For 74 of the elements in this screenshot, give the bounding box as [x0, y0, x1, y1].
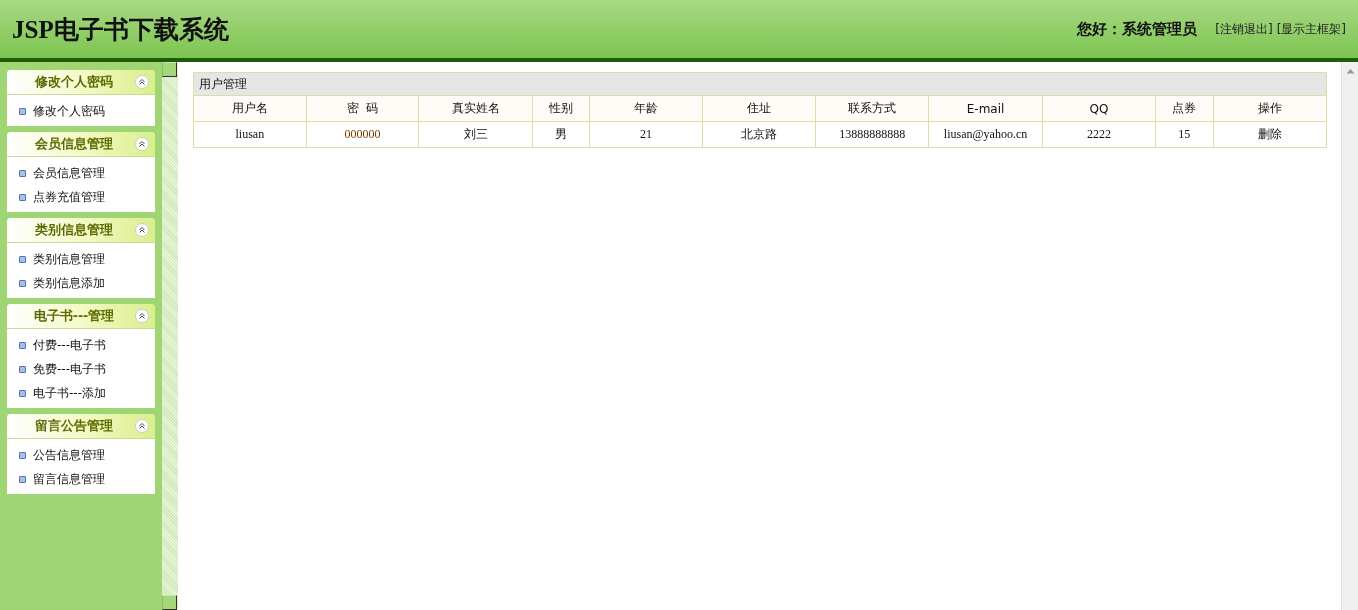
- menu-item-label[interactable]: 点券充值管理: [33, 188, 105, 206]
- table-cell: 刘三: [418, 121, 533, 148]
- panel-header[interactable]: 修改个人密码: [7, 70, 155, 95]
- menu-item[interactable]: 修改个人密码: [7, 99, 155, 123]
- header-link[interactable]: [显示主框架]: [1276, 20, 1346, 38]
- site-title: JSP电子书下载系统: [12, 14, 230, 45]
- menu-item[interactable]: 公告信息管理: [7, 443, 155, 467]
- collapse-icon[interactable]: [135, 75, 149, 89]
- menu-item[interactable]: 电子书---添加: [7, 381, 155, 405]
- scroll-up-icon[interactable]: [1345, 68, 1355, 74]
- table-cell: 000000: [306, 121, 419, 148]
- bullet-icon: [19, 389, 26, 397]
- bullet-icon: [19, 169, 26, 177]
- column-header: 年龄: [589, 95, 703, 122]
- menu-item[interactable]: 类别信息添加: [7, 271, 155, 295]
- table-cell: 13888888888: [815, 121, 929, 148]
- column-header: 真实姓名: [418, 95, 533, 122]
- column-header: 住址: [702, 95, 816, 122]
- bullet-icon: [19, 193, 26, 201]
- table-cell: liusan@yahoo.cn: [928, 121, 1043, 148]
- menu-item-label[interactable]: 付费---电子书: [33, 336, 106, 354]
- menu-item-label[interactable]: 免费---电子书: [33, 360, 106, 378]
- collapse-icon[interactable]: [135, 137, 149, 151]
- table-cell: 15: [1155, 121, 1214, 148]
- bullet-icon: [19, 107, 26, 115]
- menu-item[interactable]: 留言信息管理: [7, 467, 155, 491]
- table-cell: 21: [589, 121, 703, 148]
- table-cell: 男: [532, 121, 590, 148]
- panel-title: 会员信息管理: [34, 135, 114, 153]
- menu-item[interactable]: 点券充值管理: [7, 185, 155, 209]
- column-header: 用户名: [193, 95, 307, 122]
- column-header: E-mail: [928, 95, 1043, 122]
- column-header: 密 码: [306, 95, 419, 122]
- bullet-icon: [19, 365, 26, 373]
- bullet-icon: [19, 341, 26, 349]
- table-cell: liusan: [193, 121, 307, 148]
- panel-title: 修改个人密码: [33, 73, 114, 91]
- panel-title: 留言公告管理: [34, 417, 114, 435]
- panel-header[interactable]: 电子书---管理: [7, 304, 155, 329]
- menu-item-label[interactable]: 类别信息管理: [33, 250, 105, 268]
- menu-item-label[interactable]: 公告信息管理: [33, 446, 105, 464]
- menu-item[interactable]: 会员信息管理: [7, 161, 155, 185]
- collapse-icon[interactable]: [135, 223, 149, 237]
- panel-title: 电子书---管理: [32, 307, 116, 325]
- table-cell: 北京路: [702, 121, 816, 148]
- menu-item-label[interactable]: 留言信息管理: [33, 470, 105, 488]
- menu-item[interactable]: 类别信息管理: [7, 247, 155, 271]
- collapse-icon[interactable]: [135, 309, 149, 323]
- greeting-text: 您好：系统管理员: [1077, 19, 1198, 39]
- menu-item-label[interactable]: 修改个人密码: [33, 102, 105, 120]
- column-header: QQ: [1042, 95, 1156, 122]
- panel-header[interactable]: 会员信息管理: [7, 132, 155, 157]
- table-cell: 2222: [1042, 121, 1156, 148]
- column-header: 联系方式: [815, 95, 929, 122]
- bullet-icon: [19, 279, 26, 287]
- expand-handle[interactable]: [162, 595, 177, 610]
- table-caption: 用户管理: [193, 72, 1327, 96]
- delete-link[interactable]: 删除: [1213, 121, 1327, 148]
- collapse-icon[interactable]: [135, 419, 149, 433]
- menu-item[interactable]: 付费---电子书: [7, 333, 155, 357]
- menu-item[interactable]: 免费---电子书: [7, 357, 155, 381]
- scrollbar[interactable]: [1341, 62, 1358, 610]
- panel-title: 类别信息管理: [34, 221, 114, 239]
- header-link[interactable]: [注销退出]: [1215, 20, 1273, 38]
- collapse-handle[interactable]: [162, 62, 177, 77]
- panel-header[interactable]: 留言公告管理: [7, 414, 155, 439]
- menu-item-label[interactable]: 类别信息添加: [33, 274, 105, 292]
- column-header: 操作: [1213, 95, 1327, 122]
- bullet-icon: [19, 475, 26, 483]
- menu-item-label[interactable]: 会员信息管理: [33, 164, 105, 182]
- menu-item-label[interactable]: 电子书---添加: [33, 384, 106, 402]
- bullet-icon: [19, 451, 26, 459]
- bullet-icon: [19, 255, 26, 263]
- panel-header[interactable]: 类别信息管理: [7, 218, 155, 243]
